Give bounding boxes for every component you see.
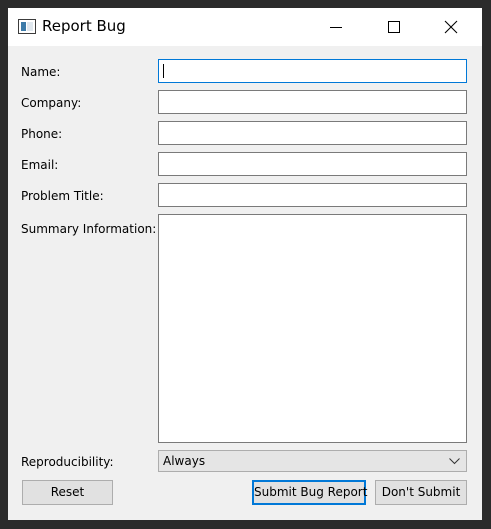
maximize-icon	[388, 21, 400, 33]
maximize-button[interactable]	[365, 8, 423, 46]
reset-button[interactable]: Reset	[22, 480, 113, 505]
close-icon	[444, 20, 458, 34]
reproducibility-value: Always	[163, 454, 206, 468]
minimize-icon	[330, 27, 342, 28]
problem-title-label: Problem Title:	[21, 189, 104, 203]
problem-title-field[interactable]	[158, 183, 467, 207]
summary-textarea[interactable]	[158, 214, 467, 443]
email-label: Email:	[21, 158, 59, 172]
report-bug-window: Report Bug Name: Company: Phone: Email: …	[8, 8, 482, 520]
minimize-button[interactable]	[307, 8, 365, 46]
close-button[interactable]	[422, 8, 480, 46]
name-label: Name:	[21, 65, 61, 79]
window-title: Report Bug	[42, 17, 126, 35]
reproducibility-label: Reproducibility:	[21, 455, 114, 469]
email-field[interactable]	[158, 152, 467, 176]
chevron-down-icon	[449, 458, 460, 465]
company-field[interactable]	[158, 90, 467, 114]
company-label: Company:	[21, 96, 82, 110]
phone-label: Phone:	[21, 127, 63, 141]
submit-bug-report-button[interactable]: Submit Bug Report	[252, 480, 367, 505]
phone-field[interactable]	[158, 121, 467, 145]
dont-submit-button[interactable]: Don't Submit	[375, 480, 467, 505]
name-field[interactable]	[158, 59, 467, 83]
app-window-icon	[18, 19, 36, 34]
title-bar[interactable]: Report Bug	[8, 8, 482, 46]
summary-label: Summary Information:	[21, 222, 157, 236]
reproducibility-dropdown[interactable]: Always	[158, 450, 467, 472]
text-caret	[163, 64, 164, 78]
